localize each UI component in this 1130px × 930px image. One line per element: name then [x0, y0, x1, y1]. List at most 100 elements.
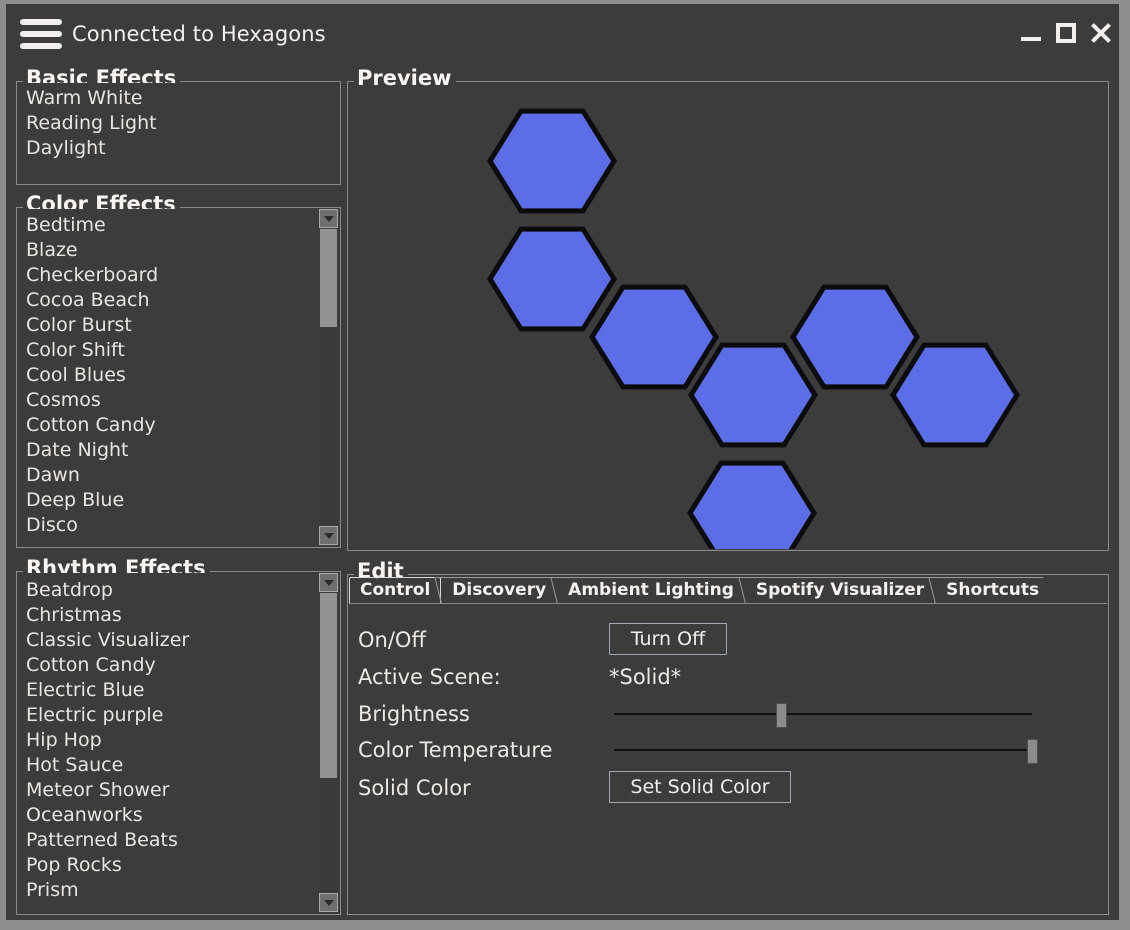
color-temperature-slider-handle[interactable] — [1027, 739, 1038, 764]
tab-spotify-visualizer[interactable]: Spotify Visualizer — [738, 577, 936, 604]
tab-label: Discovery — [452, 580, 547, 600]
rhythm-effect-item[interactable]: Christmas — [18, 603, 339, 628]
turn-off-button[interactable]: Turn Off — [609, 623, 727, 655]
brightness-slider-handle[interactable] — [776, 703, 788, 728]
color-effects-items: Bedtime Blaze Checkerboard Cocoa Beach Color… — [18, 213, 339, 538]
hexagon-4[interactable] — [688, 342, 818, 448]
color-effect-item[interactable]: Cool Blues — [18, 363, 339, 388]
solid-color-label: Solid Color — [358, 776, 471, 800]
hexagon-7[interactable] — [687, 460, 817, 549]
hexagon-layout-svg — [487, 108, 1020, 549]
hamburger-bar-2 — [20, 31, 62, 37]
scrollbar-down-button[interactable] — [319, 526, 338, 545]
rhythm-effect-item[interactable]: Electric purple — [18, 703, 339, 728]
rhythm-effect-item[interactable]: Hot Sauce — [18, 753, 339, 778]
color-temperature-slider[interactable] — [614, 739, 1038, 764]
basic-effects-group: Basic Effects Warm White Reading Light Day… — [16, 66, 341, 185]
rhythm-effect-item[interactable]: Patterned Beats — [18, 828, 339, 853]
basic-effect-item[interactable]: Daylight — [18, 136, 339, 161]
brightness-slider-track — [614, 713, 1032, 715]
color-effect-item[interactable]: Dawn — [18, 463, 339, 488]
rhythm-effect-item[interactable]: Electric Blue — [18, 678, 339, 703]
minimize-icon — [1021, 37, 1041, 41]
chevron-down-icon — [324, 900, 334, 906]
tab-label: Ambient Lighting — [568, 580, 734, 600]
color-effect-item[interactable]: Bedtime — [18, 213, 339, 238]
chevron-down-icon — [324, 533, 334, 539]
scrollbar-track[interactable] — [320, 593, 337, 892]
color-effect-item[interactable]: Checkerboard — [18, 263, 339, 288]
hexagon-5[interactable] — [790, 284, 920, 390]
edit-group: Edit Control Discovery Ambient Lighting Spo… — [347, 559, 1109, 915]
tab-separator — [349, 603, 1107, 604]
color-effects-group: Color Effects Bedtime Blaze Checkerboard Co… — [16, 192, 341, 548]
window-title: Connected to Hexagons — [72, 22, 326, 46]
rhythm-effect-item[interactable]: Cotton Candy — [18, 653, 339, 678]
color-temperature-label: Color Temperature — [358, 738, 553, 762]
scrollbar-thumb[interactable] — [320, 593, 337, 779]
rhythm-effect-item[interactable]: Prism — [18, 878, 339, 903]
brightness-slider[interactable] — [614, 703, 1032, 728]
color-effect-item[interactable]: Deep Blue — [18, 488, 339, 513]
basic-effects-items: Warm White Reading Light Daylight — [18, 86, 339, 161]
hamburger-bar-1 — [20, 19, 62, 25]
rhythm-effect-item[interactable]: Pop Rocks — [18, 853, 339, 878]
color-effects-scrollbar[interactable] — [319, 209, 338, 545]
basic-effect-item[interactable]: Reading Light — [18, 111, 339, 136]
title-bar: Connected to Hexagons — [6, 4, 1119, 60]
tab-discovery[interactable]: Discovery — [434, 577, 558, 604]
color-effect-item[interactable]: Color Shift — [18, 338, 339, 363]
color-effect-item[interactable]: Blaze — [18, 238, 339, 263]
hamburger-bar-3 — [20, 43, 62, 49]
maximize-icon — [1056, 23, 1076, 43]
tab-label: Shortcuts — [946, 580, 1040, 600]
color-effect-item[interactable]: Cocoa Beach — [18, 288, 339, 313]
rhythm-effects-list[interactable]: Beatdrop Christmas Classic Visualizer Cotto… — [18, 573, 339, 913]
tab-label: Control — [360, 580, 431, 600]
application-window: Connected to Hexagons Basic Effects Warm… — [6, 4, 1119, 920]
rhythm-effect-item[interactable]: Meteor Shower — [18, 778, 339, 803]
rhythm-effects-scrollbar[interactable] — [319, 573, 338, 912]
basic-effect-item[interactable]: Warm White — [18, 86, 339, 111]
color-effects-list[interactable]: Bedtime Blaze Checkerboard Cocoa Beach Color… — [18, 209, 339, 546]
tab-shortcuts[interactable]: Shortcuts — [928, 577, 1051, 604]
color-effect-item[interactable]: Date Night — [18, 438, 339, 463]
hexagon-2[interactable] — [487, 226, 617, 332]
rhythm-effect-item[interactable]: Classic Visualizer — [18, 628, 339, 653]
app-root: Connected to Hexagons Basic Effects Warm… — [0, 0, 1130, 930]
chevron-down-icon — [324, 216, 334, 222]
hexagon-preview-canvas[interactable] — [349, 83, 1107, 549]
rhythm-effects-items: Beatdrop Christmas Classic Visualizer Cotto… — [18, 578, 339, 903]
minimize-button[interactable] — [1018, 20, 1044, 46]
hamburger-menu-icon[interactable] — [20, 19, 62, 49]
scrollbar-up-button[interactable] — [319, 573, 338, 592]
tab-control[interactable]: Control — [349, 577, 442, 604]
brightness-label: Brightness — [358, 702, 470, 726]
hexagon-6[interactable] — [890, 342, 1020, 448]
color-effect-item[interactable]: Cosmos — [18, 388, 339, 413]
scrollbar-up-button[interactable] — [319, 209, 338, 228]
rhythm-effect-item[interactable]: Hip Hop — [18, 728, 339, 753]
close-button[interactable] — [1087, 20, 1113, 46]
rhythm-effect-item[interactable]: Beatdrop — [18, 578, 339, 603]
maximize-button[interactable] — [1053, 20, 1079, 46]
active-scene-label: Active Scene: — [358, 665, 501, 689]
scrollbar-thumb[interactable] — [320, 229, 337, 327]
scrollbar-down-button[interactable] — [319, 893, 338, 912]
tab-ambient-lighting[interactable]: Ambient Lighting — [550, 577, 745, 604]
preview-group: Preview — [347, 66, 1109, 551]
edit-tab-bar[interactable]: Control Discovery Ambient Lighting Spotify … — [349, 577, 1107, 604]
set-solid-color-button[interactable]: Set Solid Color — [609, 771, 791, 803]
basic-effects-list[interactable]: Warm White Reading Light Daylight — [18, 83, 339, 183]
color-effect-item[interactable]: Disco — [18, 513, 339, 538]
active-scene-value: *Solid* — [609, 665, 682, 689]
onoff-label: On/Off — [358, 628, 426, 652]
chevron-down-icon — [324, 580, 334, 586]
hexagon-1[interactable] — [487, 108, 617, 214]
rhythm-effect-item[interactable]: Oceanworks — [18, 803, 339, 828]
hexagon-3[interactable] — [589, 284, 719, 390]
scrollbar-track[interactable] — [320, 229, 337, 525]
color-effect-item[interactable]: Color Burst — [18, 313, 339, 338]
tab-label: Spotify Visualizer — [755, 580, 925, 600]
color-effect-item[interactable]: Cotton Candy — [18, 413, 339, 438]
